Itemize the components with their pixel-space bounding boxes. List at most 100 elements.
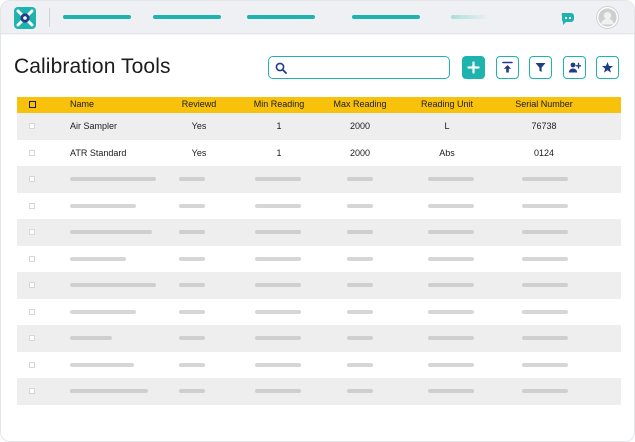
cell-name: ATR Standard	[70, 147, 127, 158]
row-checkbox[interactable]	[29, 335, 35, 342]
placeholder-row	[17, 378, 621, 405]
skeleton-bar	[522, 362, 568, 367]
user-plus-icon	[568, 62, 581, 73]
skeleton-bar	[179, 256, 205, 261]
table-row[interactable]: ATR Standard Yes 1 2000 Abs 0124	[17, 139, 621, 166]
add-button[interactable]	[462, 56, 485, 79]
skeleton-bar	[179, 309, 205, 314]
chat-bubble-icon[interactable]	[559, 9, 577, 27]
row-checkbox[interactable]	[29, 255, 35, 262]
column-header-name[interactable]: Name	[70, 99, 94, 109]
skeleton-bar	[347, 283, 373, 288]
skeleton-bar	[522, 309, 568, 314]
skeleton-bar	[70, 230, 152, 235]
nav-item-3[interactable]	[247, 15, 315, 19]
main-content: Calibration Tools Name Reviewd Min Readi…	[1, 35, 634, 441]
skeleton-bar	[347, 309, 373, 314]
row-checkbox[interactable]	[29, 388, 35, 395]
placeholder-row	[17, 325, 621, 352]
nav-divider	[49, 8, 50, 27]
table-row[interactable]: Air Sampler Yes 1 2000 L 76738	[17, 113, 621, 140]
skeleton-bar	[347, 256, 373, 261]
row-checkbox[interactable]	[29, 229, 35, 236]
filter-button[interactable]	[529, 56, 552, 79]
row-checkbox[interactable]	[29, 308, 35, 315]
skeleton-bar	[347, 203, 373, 208]
placeholder-row	[17, 245, 621, 272]
placeholder-row	[17, 219, 621, 246]
page-title: Calibration Tools	[14, 55, 171, 78]
skeleton-bar	[347, 230, 373, 235]
search-box[interactable]	[268, 56, 450, 79]
skeleton-bar	[428, 256, 474, 261]
skeleton-bar	[255, 177, 301, 182]
placeholder-row	[17, 272, 621, 299]
search-icon	[275, 62, 287, 74]
calibration-tools-table: Name Reviewd Min Reading Max Reading Rea…	[17, 97, 621, 405]
skeleton-bar	[428, 389, 474, 394]
skeleton-bar	[70, 203, 136, 208]
skeleton-bar	[522, 203, 568, 208]
search-input[interactable]	[293, 59, 443, 76]
skeleton-bar	[179, 283, 205, 288]
skeleton-bar	[255, 283, 301, 288]
skeleton-bar	[522, 336, 568, 341]
column-header-reading-unit[interactable]: Reading Unit	[421, 99, 473, 109]
user-avatar-icon[interactable]	[596, 6, 619, 29]
skeleton-bar	[179, 336, 205, 341]
skeleton-bar	[255, 256, 301, 261]
column-header-max-reading[interactable]: Max Reading	[333, 99, 386, 109]
select-all-checkbox[interactable]	[29, 101, 36, 108]
skeleton-bar	[255, 336, 301, 341]
skeleton-bar	[255, 230, 301, 235]
skeleton-bar	[522, 177, 568, 182]
logo-gear-icon[interactable]	[14, 7, 36, 29]
nav-item-5[interactable]	[451, 15, 489, 19]
column-header-serial-number[interactable]: Serial Number	[515, 99, 573, 109]
cell-reviewed: Yes	[191, 147, 207, 158]
cell-reading-unit: L	[444, 121, 450, 132]
placeholder-row	[17, 351, 621, 378]
row-checkbox[interactable]	[29, 282, 35, 289]
nav-item-2[interactable]	[153, 15, 221, 19]
skeleton-bar	[70, 389, 148, 394]
skeleton-bar	[70, 309, 136, 314]
skeleton-bar	[70, 283, 156, 288]
skeleton-bar	[347, 336, 373, 341]
skeleton-bar	[255, 203, 301, 208]
row-checkbox[interactable]	[29, 202, 35, 209]
filter-icon	[535, 63, 546, 72]
skeleton-bar	[255, 362, 301, 367]
skeleton-bar	[347, 362, 373, 367]
skeleton-bar	[428, 203, 474, 208]
favorite-button[interactable]	[596, 56, 619, 79]
app-window: Calibration Tools Name Reviewd Min Readi…	[0, 0, 635, 442]
cell-max-reading: 2000	[349, 147, 371, 158]
placeholder-row	[17, 166, 621, 193]
row-checkbox[interactable]	[29, 123, 35, 130]
column-header-min-reading[interactable]: Min Reading	[254, 99, 305, 109]
skeleton-bar	[179, 177, 205, 182]
skeleton-bar	[179, 389, 205, 394]
row-checkbox[interactable]	[29, 149, 35, 156]
skeleton-bar	[70, 336, 112, 341]
row-checkbox[interactable]	[29, 361, 35, 368]
cell-name: Air Sampler	[70, 121, 118, 132]
skeleton-bar	[428, 177, 474, 182]
add-user-button[interactable]	[563, 56, 586, 79]
skeleton-bar	[347, 389, 373, 394]
star-icon	[602, 62, 613, 73]
skeleton-bar	[522, 256, 568, 261]
column-header-reviewed[interactable]: Reviewd	[182, 99, 217, 109]
row-checkbox[interactable]	[29, 176, 35, 183]
nav-item-4[interactable]	[352, 15, 420, 19]
nav-item-1[interactable]	[63, 15, 131, 19]
placeholder-rows	[17, 166, 621, 405]
upload-button[interactable]	[496, 56, 519, 79]
skeleton-bar	[428, 230, 474, 235]
skeleton-bar	[428, 362, 474, 367]
placeholder-row	[17, 192, 621, 219]
table-header-row: Name Reviewd Min Reading Max Reading Rea…	[17, 97, 621, 113]
skeleton-bar	[255, 309, 301, 314]
skeleton-bar	[179, 230, 205, 235]
